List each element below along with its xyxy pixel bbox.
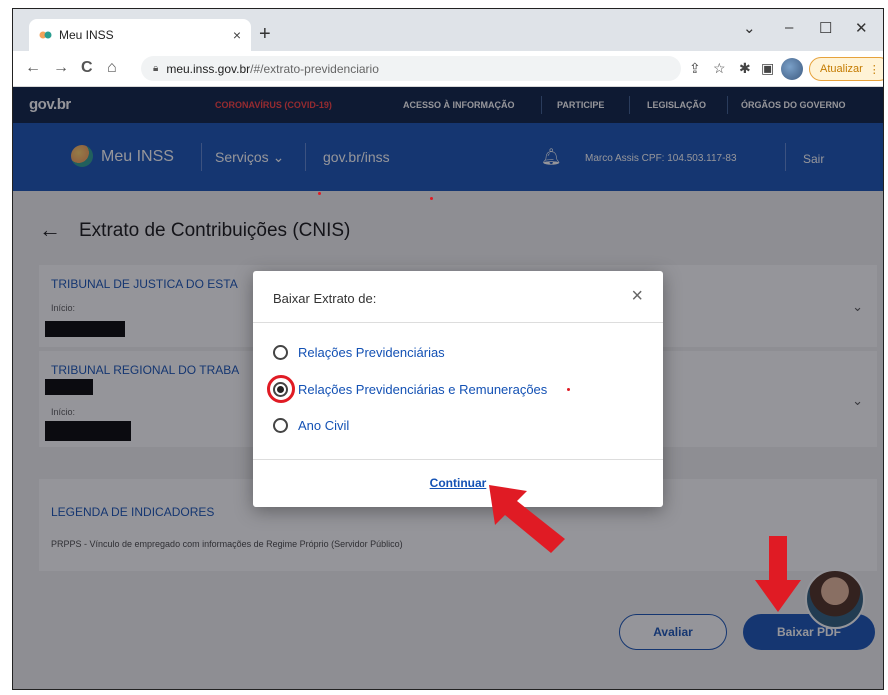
modal-header: Baixar Extrato de: × [253,271,663,323]
share-icon[interactable]: ⇪ [689,60,701,77]
browser-tab-bar: Meu INSS × + ⌄ – ☐ ✕ [13,9,883,51]
option-label: Relações Previdenciárias e Remunerações [298,381,548,397]
option-relacoes-e-remuneracoes[interactable]: Relações Previdenciárias e Remunerações [273,378,571,400]
forward-icon[interactable]: → [53,59,69,77]
close-icon[interactable]: × [631,285,643,308]
option-ano-civil[interactable]: Ano Civil [273,414,349,436]
annotation-highlight-circle [267,375,295,403]
radio-button[interactable] [273,417,288,433]
more-vert-icon: ⋮ [868,63,880,76]
reload-icon[interactable]: C [81,59,93,77]
new-tab-icon[interactable]: + [259,23,271,46]
lock-icon: 🔒︎ [153,63,159,74]
tab-title: Meu INSS [59,28,114,42]
continue-link[interactable]: Continuar [253,476,663,490]
radio-button[interactable] [273,344,288,360]
url-host: meu.inss.gov.br [166,61,251,76]
option-label: Ano Civil [298,417,350,433]
url-path: /#/extrato-previdenciario [250,61,379,76]
browser-tab[interactable]: Meu INSS × [29,19,251,51]
home-icon[interactable]: ⌂ [107,59,117,77]
browser-window: Meu INSS × + ⌄ – ☐ ✕ ← → C ⌂ 🔒︎ meu.inss… [12,8,884,690]
back-icon[interactable]: ← [25,59,41,77]
address-toolbar: ← → C ⌂ 🔒︎ meu.inss.gov.br/#/extrato-pre… [13,51,883,87]
annotation-arrow-icon [489,485,565,553]
update-button[interactable]: Atualizar ⋮ [809,57,883,81]
modal-divider [253,459,663,460]
option-relacoes-previdenciarias[interactable]: Relações Previdenciárias [273,341,445,363]
annotation-dot [318,192,321,195]
inss-favicon-icon [39,30,53,40]
profile-avatar[interactable] [781,58,803,80]
annotation-arrow-down-icon [755,536,801,612]
update-label: Atualizar [820,63,863,75]
annotation-dot [567,387,571,391]
download-modal: Baixar Extrato de: × Relações Previdenci… [253,271,663,507]
tab-search-icon[interactable]: ⌄ [743,19,756,37]
annotation-dot [430,197,433,200]
side-panel-icon[interactable]: ▣ [761,60,774,77]
url-bar[interactable]: 🔒︎ meu.inss.gov.br/#/extrato-previdencia… [141,56,681,81]
minimize-icon[interactable]: – [785,19,793,36]
tab-close-icon[interactable]: × [233,27,241,43]
bookmark-star-icon[interactable]: ☆ [713,60,726,77]
extensions-icon[interactable]: ✱ [739,60,751,77]
close-window-icon[interactable]: ✕ [855,19,868,37]
maximize-icon[interactable]: ☐ [819,19,832,37]
modal-title: Baixar Extrato de: [273,291,377,306]
option-label: Relações Previdenciárias [298,344,445,360]
